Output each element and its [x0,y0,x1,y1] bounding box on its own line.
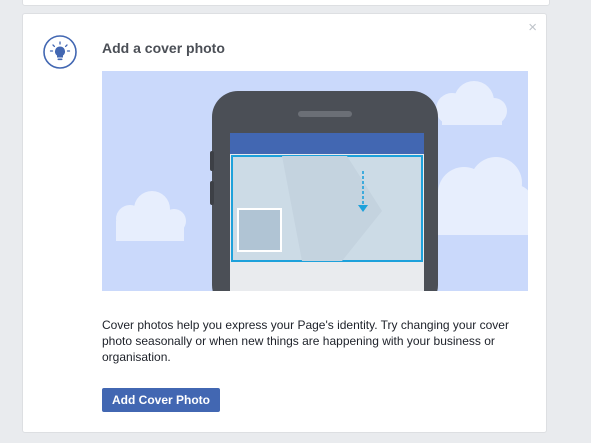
card-title: Add a cover photo [102,40,225,56]
cover-photo-tip-card: × Add a cover photo Cover photos help yo… [22,13,547,433]
card-description: Cover photos help you express your Page'… [102,318,509,364]
cover-photo-illustration [102,71,528,291]
previous-card-edge [22,0,550,6]
add-cover-photo-button[interactable]: Add Cover Photo [102,388,220,412]
close-icon[interactable]: × [528,20,537,35]
lightbulb-icon [43,35,77,69]
